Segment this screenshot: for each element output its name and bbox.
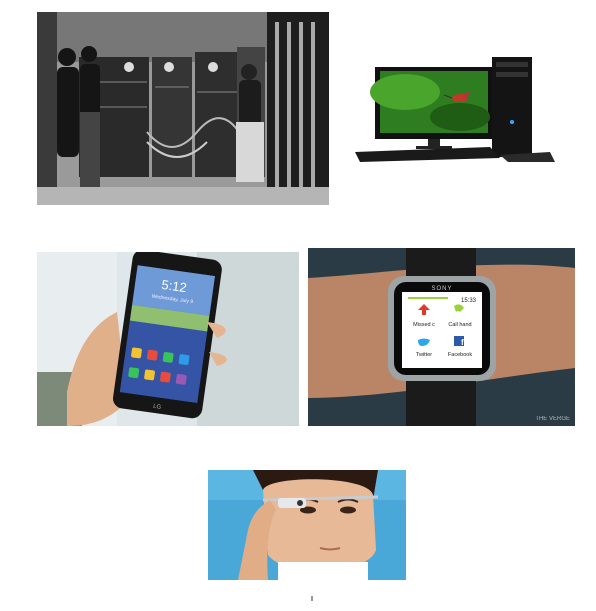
svg-text:f: f <box>461 338 464 347</box>
watch-app-label-facebook: Facebook <box>448 352 472 358</box>
watch-app-label-missed: Missed c <box>413 322 435 328</box>
desktop-photo <box>350 12 560 162</box>
google-glass-photo <box>208 470 406 580</box>
smartphone-photo: 5:12 Wednesday, July 9 LG <box>37 252 299 426</box>
smartwatch-photo: SONY 15:33 Missed c Call hand f Twitter … <box>308 248 575 426</box>
watch-app-label-twitter: Twitter <box>416 352 432 358</box>
eniac-photo <box>37 12 329 205</box>
smartphone-illustration: 5:12 Wednesday, July 9 LG <box>37 252 299 426</box>
watch-app-label-call: Call hand <box>448 322 471 328</box>
eniac-illustration <box>37 12 329 205</box>
phone-brand: LG <box>153 404 162 411</box>
watch-time: 15:33 <box>461 298 477 304</box>
watch-brand: SONY <box>431 286 452 292</box>
desktop-illustration <box>350 12 560 162</box>
page-mark <box>311 596 313 601</box>
watermark: THE VERGE <box>535 416 570 422</box>
google-glass-illustration <box>208 470 406 580</box>
smartwatch-illustration: SONY 15:33 Missed c Call hand f Twitter … <box>308 248 575 426</box>
